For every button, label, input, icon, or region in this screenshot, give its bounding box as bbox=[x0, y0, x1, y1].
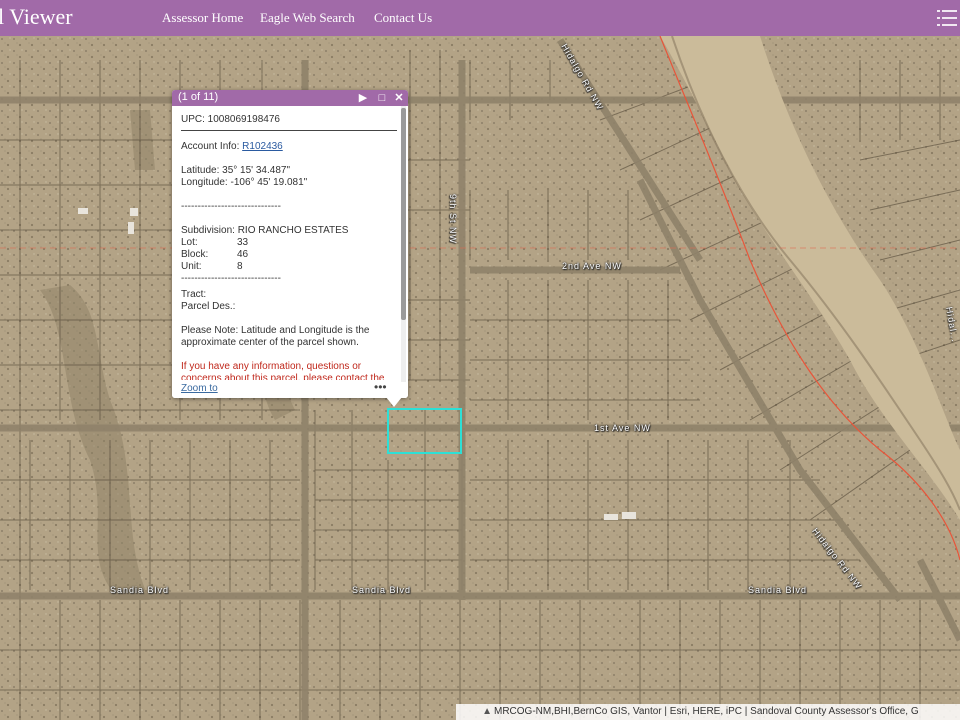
nav-assessor-home[interactable]: Assessor Home bbox=[162, 10, 243, 26]
road-label-1st-ave: 1st Ave NW bbox=[594, 423, 651, 433]
unit-label: Unit: bbox=[181, 261, 202, 272]
more-options-icon[interactable]: ••• bbox=[374, 380, 387, 394]
zoom-to-link[interactable]: Zoom to bbox=[181, 383, 218, 394]
popup-footer: Zoom to ••• bbox=[172, 380, 408, 398]
next-feature-icon[interactable]: ▶ bbox=[356, 90, 370, 106]
parcel-des-text: Parcel Des.: bbox=[181, 301, 236, 312]
road-label-sandia-blvd-mid: Sandia Blvd bbox=[352, 585, 412, 595]
popup-feature-count: (1 of 11) bbox=[178, 91, 219, 103]
subdivision-text: Subdivision: RIO RANCHO ESTATES bbox=[181, 225, 349, 236]
attribution-text: MRCOG-NM,BHI,BernCo GIS, Vantor | Esri, … bbox=[494, 706, 919, 717]
popup-header: (1 of 11) ▶ □ ✕ bbox=[172, 90, 408, 106]
parcel-popup: (1 of 11) ▶ □ ✕ UPC: 1008069198476 Accou… bbox=[172, 90, 408, 398]
maximize-icon[interactable]: □ bbox=[375, 90, 389, 106]
unit-row: Unit: 8 bbox=[181, 261, 397, 273]
popup-scrollbar[interactable] bbox=[401, 106, 406, 398]
app-title: l Viewer bbox=[0, 4, 73, 29]
road-label-sandia-blvd-right: Sandia Blvd bbox=[748, 585, 808, 595]
popup-divider bbox=[181, 130, 397, 131]
popup-pointer bbox=[386, 397, 402, 407]
road-label-2nd-ave: 2nd Ave NW bbox=[562, 261, 622, 271]
contact-note: If you have any information, questions o… bbox=[181, 361, 385, 380]
aerial-imagery bbox=[0, 36, 960, 720]
tract-text: Tract: bbox=[181, 289, 207, 300]
block-row: Block: 46 bbox=[181, 249, 397, 261]
close-icon[interactable]: ✕ bbox=[392, 90, 406, 106]
account-link[interactable]: R102436 bbox=[242, 141, 283, 152]
unit-value: 8 bbox=[237, 261, 243, 272]
upc-text: UPC: 1008069198476 bbox=[181, 114, 280, 125]
hamburger-menu-icon[interactable] bbox=[934, 6, 960, 32]
app-header: l Viewer Assessor Home Eagle Web Search … bbox=[0, 0, 960, 36]
block-value: 46 bbox=[237, 249, 249, 260]
lot-value: 33 bbox=[237, 237, 249, 248]
popup-content: UPC: 1008069198476 Account Info: R102436… bbox=[181, 114, 397, 380]
account-info-label: Account Info: bbox=[181, 141, 243, 152]
lot-label: Lot: bbox=[181, 237, 198, 248]
separator-text-2: ------------------------------ bbox=[181, 273, 281, 284]
lat-long-note: Please Note: Latitude and Longitude is t… bbox=[181, 325, 370, 348]
longitude-text: Longitude: -106° 45' 19.081" bbox=[181, 177, 308, 188]
map-view[interactable]: 2nd Ave NW 1st Ave NW Sandia Blvd Sandia… bbox=[0, 36, 960, 720]
attribution-expand-icon[interactable]: ▲ bbox=[456, 704, 494, 720]
block-label: Block: bbox=[181, 249, 209, 260]
latitude-text: Latitude: 35° 15' 34.487" bbox=[181, 165, 290, 176]
map-attribution: ▲ MRCOG-NM,BHI,BernCo GIS, Vantor | Esri,… bbox=[456, 704, 960, 720]
popup-scroll-thumb[interactable] bbox=[401, 108, 406, 320]
account-info-row: Account Info: R102436 bbox=[181, 141, 397, 153]
nav-eagle-web-search[interactable]: Eagle Web Search bbox=[260, 10, 355, 26]
separator-text: ------------------------------ bbox=[181, 201, 281, 212]
road-label-9th-st: 9th St NW bbox=[448, 194, 458, 245]
nav-contact-us[interactable]: Contact Us bbox=[374, 10, 432, 26]
road-label-sandia-blvd-left: Sandia Blvd bbox=[110, 585, 170, 595]
lot-row: Lot: 33 bbox=[181, 237, 397, 249]
